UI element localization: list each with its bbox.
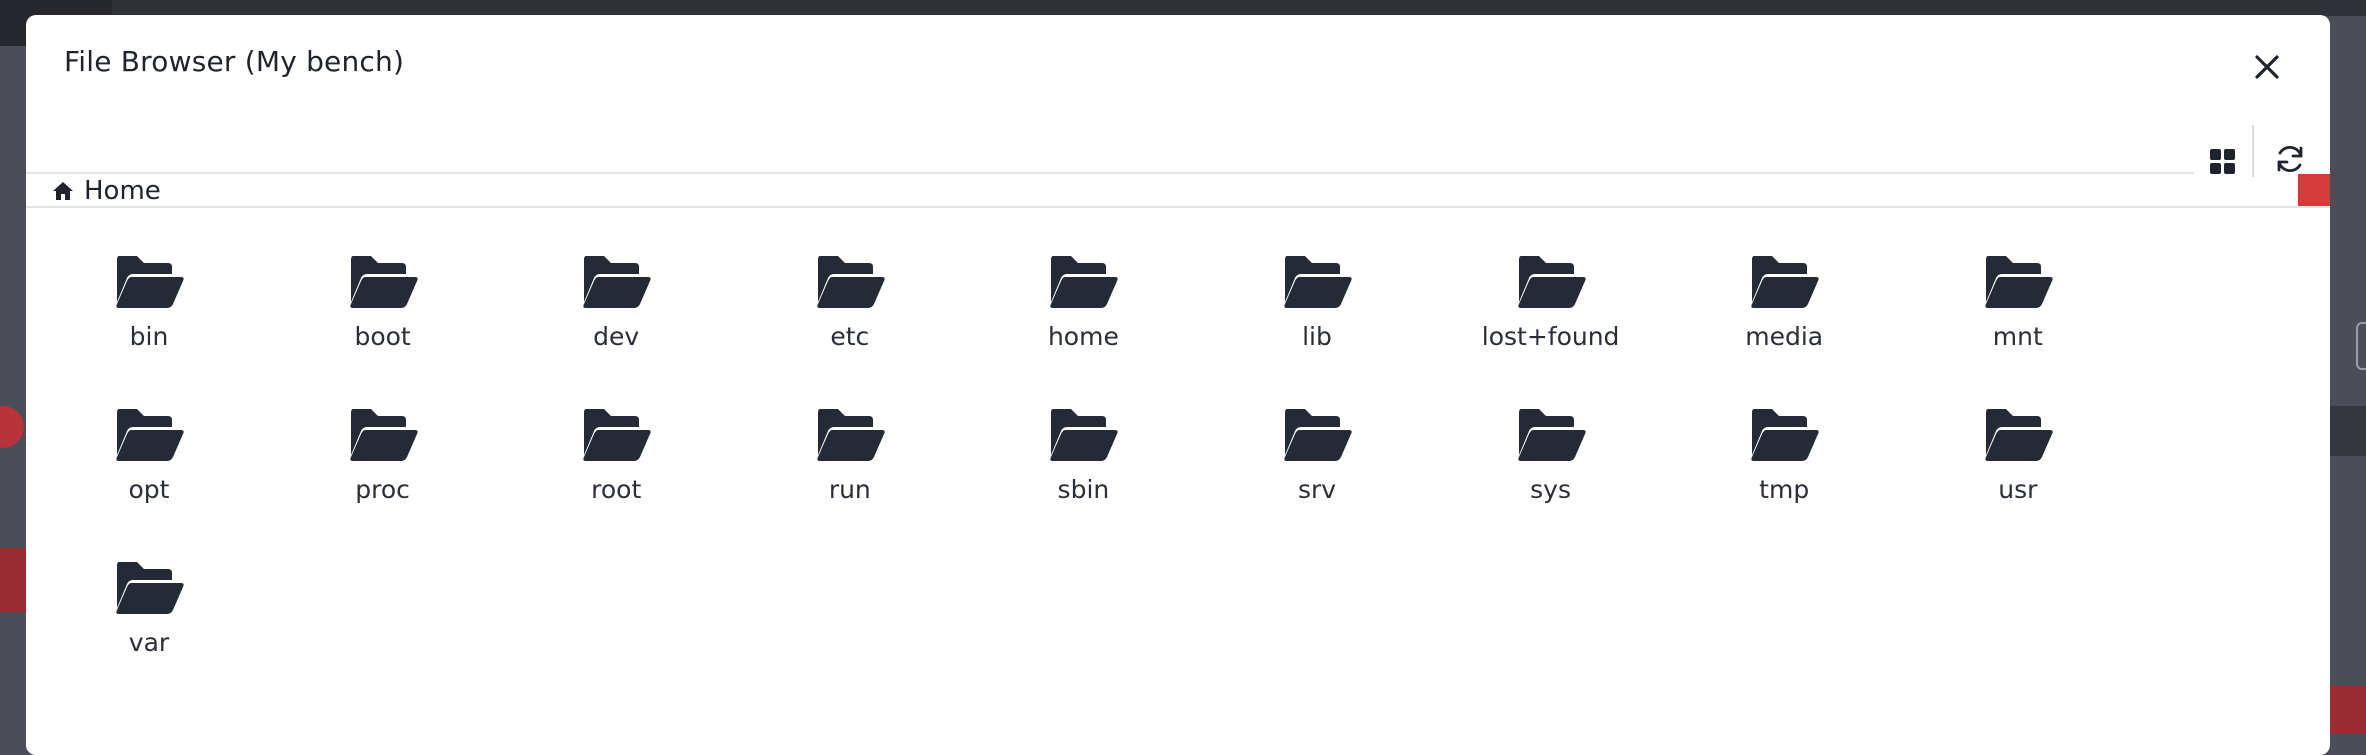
folder-open-icon	[583, 409, 651, 461]
folder-open-icon	[349, 256, 418, 308]
folder-name: dev	[593, 322, 640, 351]
folder-open-icon	[583, 256, 651, 308]
folder-open-icon	[1284, 409, 1352, 461]
folder-item[interactable]: usr	[1928, 405, 2108, 504]
folder-name: proc	[355, 475, 410, 504]
folder-open-icon	[1985, 409, 2053, 461]
toolbar-divider	[2252, 125, 2254, 177]
folder-item[interactable]: run	[760, 405, 940, 504]
background-right-button	[2326, 686, 2366, 734]
folder-name: usr	[1998, 475, 2038, 504]
folder-item[interactable]: boot	[293, 252, 473, 351]
folder-name: bin	[129, 322, 169, 351]
background-top-bar	[0, 0, 2366, 16]
folder-open-icon	[1985, 256, 2053, 308]
folder-name: sys	[1530, 475, 1572, 504]
folder-open-icon	[1050, 256, 1119, 308]
folder-open-icon	[1517, 409, 1586, 461]
folder-item[interactable]: bin	[59, 252, 239, 351]
red-indicator	[2298, 174, 2330, 206]
folder-name: boot	[354, 322, 411, 351]
folder-open-icon	[116, 409, 184, 461]
folder-open-icon	[116, 256, 184, 308]
folder-item[interactable]: root	[526, 405, 706, 504]
folder-open-icon	[349, 409, 418, 461]
folder-open-icon	[116, 562, 184, 614]
folder-name: var	[128, 628, 170, 657]
close-button[interactable]	[2249, 49, 2285, 85]
folder-name: home	[1047, 322, 1119, 351]
folder-item[interactable]: etc	[760, 252, 940, 351]
grid-view-icon	[2210, 149, 2235, 174]
folder-item[interactable]: sys	[1461, 405, 1641, 504]
dialog-title: File Browser (My bench)	[64, 45, 405, 78]
folder-item[interactable]: mnt	[1928, 252, 2108, 351]
folder-name: opt	[128, 475, 170, 504]
folder-open-icon	[1751, 256, 1819, 308]
folder-item[interactable]: sbin	[993, 405, 1173, 504]
folder-name: run	[828, 475, 871, 504]
folder-item[interactable]: var	[59, 558, 239, 657]
folder-open-icon	[1050, 409, 1119, 461]
background-red-strip	[0, 548, 26, 612]
folder-item[interactable]: proc	[293, 405, 473, 504]
breadcrumb-home-label: Home	[84, 176, 161, 206]
folder-name: srv	[1297, 475, 1337, 504]
folder-item[interactable]: lost+found	[1461, 252, 1641, 351]
file-browser-dialog: File Browser (My bench) Home bin boot dev e…	[26, 15, 2330, 755]
folder-name: sbin	[1057, 475, 1110, 504]
folder-item[interactable]: dev	[526, 252, 706, 351]
refresh-icon	[2277, 146, 2303, 172]
folder-item[interactable]: opt	[59, 405, 239, 504]
folder-item[interactable]: media	[1694, 252, 1874, 351]
home-icon	[53, 182, 73, 200]
grid-view-button[interactable]	[2202, 141, 2242, 181]
folder-open-icon	[817, 409, 885, 461]
refresh-button[interactable]	[2270, 139, 2310, 179]
folder-open-icon	[817, 256, 885, 308]
folder-open-icon	[1751, 409, 1819, 461]
folder-open-icon	[1284, 256, 1352, 308]
folder-name: tmp	[1759, 475, 1810, 504]
folder-name: lost+found	[1481, 322, 1620, 351]
breadcrumb[interactable]: Home	[52, 176, 161, 206]
folder-item[interactable]: srv	[1227, 405, 1407, 504]
toolbar-separator	[26, 172, 2194, 174]
folder-name: etc	[830, 322, 870, 351]
background-right-control	[2356, 322, 2366, 370]
folder-name: lib	[1302, 322, 1332, 351]
folder-item[interactable]: tmp	[1694, 405, 1874, 504]
background-red-badge	[0, 406, 24, 448]
folder-name: mnt	[1992, 322, 2043, 351]
folder-item[interactable]: lib	[1227, 252, 1407, 351]
breadcrumb-separator	[26, 206, 2330, 208]
folder-item[interactable]: home	[993, 252, 1173, 351]
folder-open-icon	[1517, 256, 1586, 308]
background-right-panel	[2330, 406, 2366, 456]
folder-name: media	[1745, 322, 1824, 351]
folder-name: root	[591, 475, 642, 504]
close-icon	[2255, 55, 2279, 79]
